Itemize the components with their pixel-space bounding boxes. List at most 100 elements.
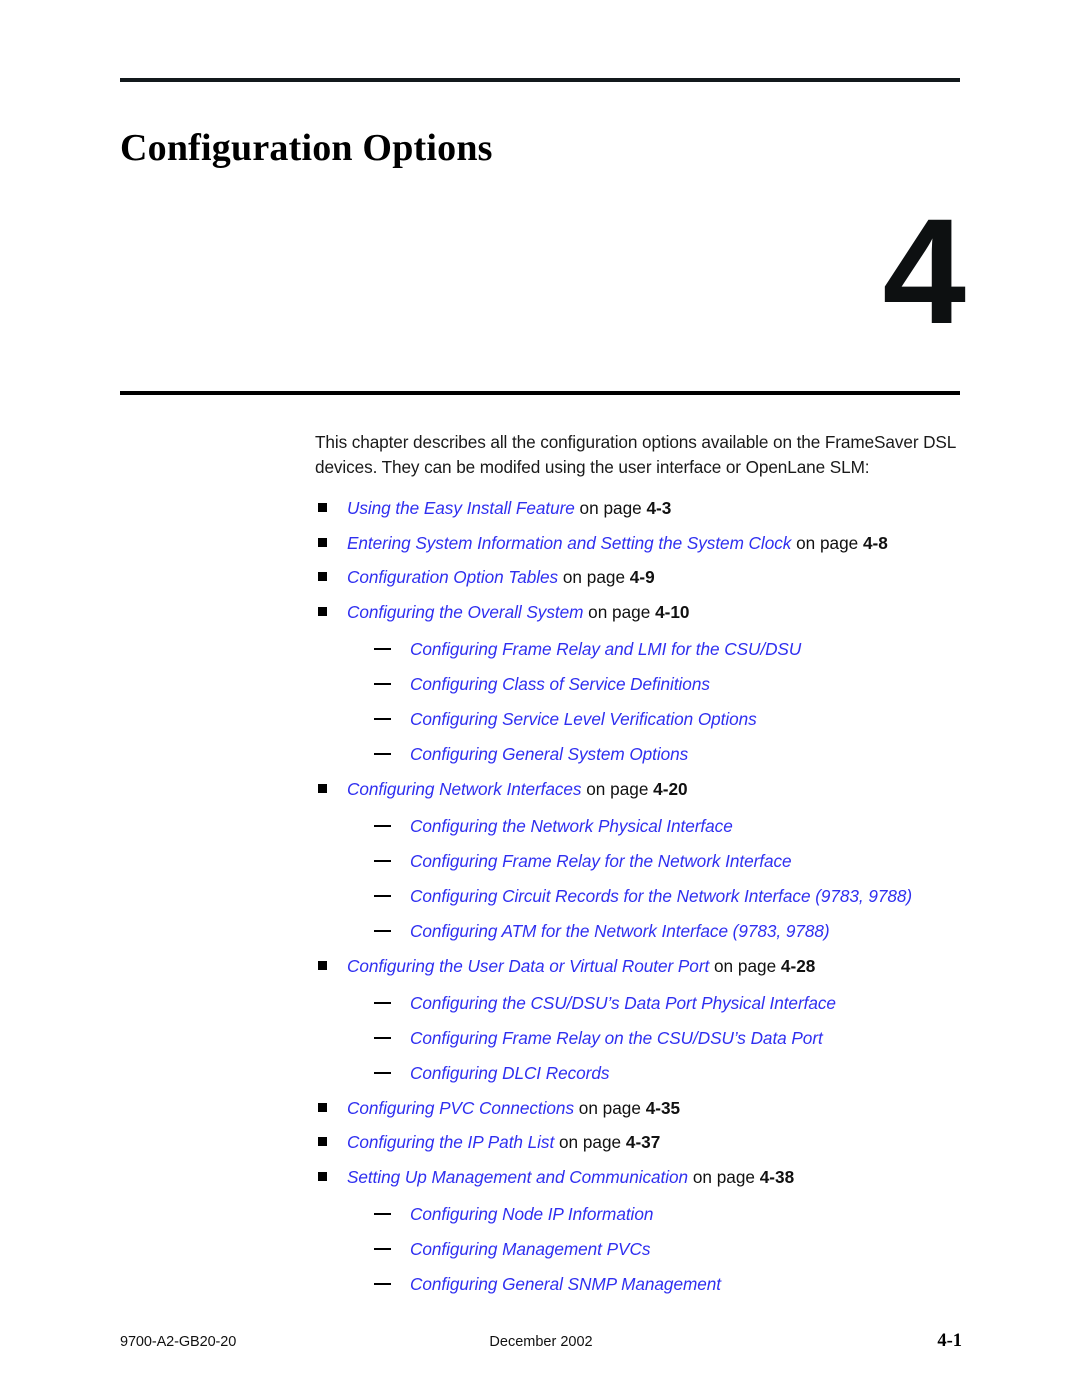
- toc-entry: Configuring Network Interfaces on page 4…: [315, 777, 975, 943]
- em-dash-icon: [374, 929, 391, 932]
- toc-on-page-label: on page: [688, 1166, 760, 1187]
- toc-sublist: Configuring the CSU/DSU’s Data Port Phys…: [347, 991, 975, 1085]
- em-dash-icon: [374, 824, 391, 827]
- toc-link[interactable]: Entering System Information and Setting …: [347, 533, 791, 553]
- em-dash-icon: [374, 894, 391, 897]
- square-bullet-icon: [318, 1102, 327, 1112]
- chapter-contents-list: Using the Easy Install Feature on page 4…: [315, 496, 975, 1296]
- toc-on-page-label: on page: [709, 955, 781, 976]
- em-dash-icon: [374, 859, 391, 862]
- page-footer: 9700-A2-GB20-20 December 2002 4-1: [120, 1331, 962, 1360]
- toc-sublink[interactable]: Configuring General System Options: [410, 744, 688, 764]
- em-dash-icon: [374, 1247, 391, 1250]
- toc-subentry: Configuring Class of Service Definitions: [347, 672, 975, 696]
- toc-sublist: Configuring the Network Physical Interfa…: [347, 814, 975, 943]
- toc-subentry: Configuring Frame Relay for the Network …: [347, 849, 975, 873]
- square-bullet-icon: [318, 572, 327, 581]
- toc-link[interactable]: Using the Easy Install Feature: [347, 498, 575, 518]
- chapter-body: This chapter describes all the configura…: [315, 430, 975, 1307]
- square-bullet-icon: [318, 960, 327, 970]
- toc-page-number: 4-38: [759, 1166, 795, 1187]
- toc-page-number: 4-20: [653, 778, 688, 799]
- em-dash-icon: [374, 1282, 391, 1285]
- square-bullet-icon: [318, 1171, 327, 1181]
- toc-subentry: Configuring General System Options: [347, 742, 975, 766]
- toc-subentry: Configuring ATM for the Network Interfac…: [347, 919, 975, 943]
- toc-sublink[interactable]: Configuring Circuit Records for the Netw…: [410, 886, 912, 906]
- toc-page-number: 4-35: [645, 1097, 681, 1118]
- page-title: Configuration Options: [120, 127, 493, 169]
- toc-link[interactable]: Setting Up Management and Communication: [347, 1167, 688, 1187]
- square-bullet-icon: [318, 606, 327, 616]
- footer-page-number: 4-1: [937, 1331, 962, 1351]
- toc-on-page-label: on page: [583, 601, 656, 622]
- em-dash-icon: [374, 682, 391, 685]
- toc-sublist: Configuring Node IP Information Configuri…: [347, 1202, 975, 1296]
- title-divider-rule: [120, 391, 960, 395]
- em-dash-icon: [374, 1036, 391, 1039]
- toc-link[interactable]: Configuring PVC Connections: [347, 1098, 574, 1118]
- toc-entry: Setting Up Management and Communication …: [315, 1165, 975, 1296]
- toc-subentry: Configuring DLCI Records: [347, 1061, 975, 1085]
- document-page: Configuration Options 4 This chapter des…: [0, 0, 1080, 1397]
- toc-sublink[interactable]: Configuring the CSU/DSU’s Data Port Phys…: [410, 993, 836, 1013]
- toc-on-page-label: on page: [554, 1132, 626, 1152]
- toc-page-number: 4-3: [646, 498, 672, 518]
- toc-subentry: Configuring General SNMP Management: [347, 1272, 975, 1296]
- toc-sublink[interactable]: Configuring Management PVCs: [410, 1239, 650, 1259]
- toc-link[interactable]: Configuring Network Interfaces: [347, 779, 582, 799]
- toc-sublist: Configuring Frame Relay and LMI for the …: [347, 637, 975, 766]
- toc-sublink[interactable]: Configuring the Network Physical Interfa…: [410, 816, 733, 836]
- toc-entry: Configuring the Overall System on page 4…: [315, 600, 975, 766]
- toc-subentry: Configuring Service Level Verification O…: [347, 707, 975, 731]
- header-rule: [120, 78, 960, 82]
- toc-on-page-label: on page: [791, 532, 863, 553]
- toc-entry: Entering System Information and Setting …: [315, 531, 975, 555]
- toc-sublink[interactable]: Configuring Frame Relay for the Network …: [410, 851, 792, 871]
- toc-sublink[interactable]: Configuring Frame Relay and LMI for the …: [410, 639, 801, 659]
- toc-sublink[interactable]: Configuring Frame Relay on the CSU/DSU’s…: [410, 1028, 823, 1048]
- toc-link[interactable]: Configuration Option Tables: [347, 567, 558, 587]
- toc-sublink[interactable]: Configuring Node IP Information: [410, 1204, 653, 1224]
- toc-on-page-label: on page: [581, 778, 654, 799]
- square-bullet-icon: [318, 503, 327, 512]
- toc-page-number: 4-10: [655, 601, 690, 622]
- toc-page-number: 4-8: [862, 532, 888, 553]
- em-dash-icon: [374, 1071, 391, 1074]
- toc-on-page-label: on page: [558, 567, 630, 587]
- toc-page-number: 4-28: [780, 955, 816, 976]
- toc-sublink[interactable]: Configuring DLCI Records: [410, 1063, 609, 1083]
- toc-link[interactable]: Configuring the User Data or Virtual Rou…: [347, 956, 709, 976]
- em-dash-icon: [374, 1212, 391, 1215]
- footer-date: December 2002: [489, 1334, 593, 1350]
- toc-subentry: Configuring Circuit Records for the Netw…: [347, 884, 975, 908]
- toc-page-number: 4-9: [629, 567, 655, 587]
- square-bullet-icon: [318, 537, 327, 547]
- toc-on-page-label: on page: [574, 498, 647, 518]
- toc-entry: Configuring the IP Path List on page 4-3…: [315, 1130, 975, 1154]
- em-dash-icon: [374, 717, 391, 720]
- toc-subentry: Configuring the Network Physical Interfa…: [347, 814, 975, 838]
- toc-sublink[interactable]: Configuring ATM for the Network Interfac…: [410, 921, 830, 941]
- toc-subentry: Configuring Node IP Information: [347, 1202, 975, 1226]
- em-dash-icon: [374, 647, 391, 650]
- toc-subentry: Configuring Frame Relay on the CSU/DSU’s…: [347, 1026, 975, 1050]
- toc-link[interactable]: Configuring the Overall System: [347, 602, 583, 622]
- toc-entry: Configuration Option Tables on page 4-9: [315, 565, 975, 589]
- toc-entry: Configuring the User Data or Virtual Rou…: [315, 954, 975, 1085]
- toc-sublink[interactable]: Configuring General SNMP Management: [410, 1274, 721, 1294]
- toc-link[interactable]: Configuring the IP Path List: [347, 1132, 554, 1152]
- toc-subentry: Configuring Management PVCs: [347, 1237, 975, 1261]
- toc-sublink[interactable]: Configuring Class of Service Definitions: [410, 674, 710, 694]
- square-bullet-icon: [318, 783, 327, 793]
- toc-sublink[interactable]: Configuring Service Level Verification O…: [410, 709, 757, 729]
- toc-on-page-label: on page: [574, 1097, 646, 1118]
- em-dash-icon: [374, 752, 391, 755]
- chapter-number: 4: [882, 187, 966, 355]
- em-dash-icon: [374, 1001, 391, 1004]
- toc-entry: Using the Easy Install Feature on page 4…: [315, 496, 975, 520]
- toc-page-number: 4-37: [625, 1132, 661, 1152]
- toc-subentry: Configuring the CSU/DSU’s Data Port Phys…: [347, 991, 975, 1015]
- toc-subentry: Configuring Frame Relay and LMI for the …: [347, 637, 975, 661]
- square-bullet-icon: [318, 1137, 327, 1146]
